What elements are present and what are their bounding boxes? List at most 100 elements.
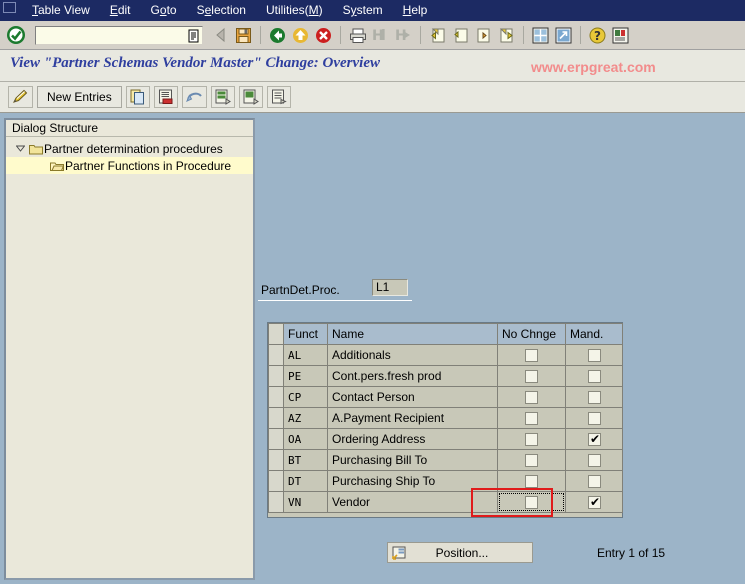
checkbox-mand[interactable] [587, 454, 601, 468]
new-session-button[interactable] [529, 24, 552, 47]
partndet-proc-field[interactable]: L1 [372, 279, 408, 296]
cell-mand[interactable] [565, 344, 623, 366]
back-button[interactable] [266, 24, 289, 47]
new-entries-button[interactable]: New Entries [37, 86, 122, 108]
menu-item-system[interactable]: System [333, 0, 393, 21]
cell-mand[interactable] [565, 470, 623, 492]
checkbox-no-chnge[interactable] [525, 370, 538, 384]
back-arrow-button[interactable] [209, 24, 232, 47]
command-field[interactable] [35, 25, 203, 45]
tree-node-partner-functions-in-procedure[interactable]: Partner Functions in Procedure [6, 157, 253, 174]
cell-funct[interactable]: PE [283, 365, 328, 387]
cell-funct[interactable]: VN [283, 491, 328, 513]
cell-mand[interactable] [565, 386, 623, 408]
cell-no-chnge[interactable] [497, 470, 566, 492]
chevron-down-icon[interactable] [14, 145, 27, 152]
checkbox-no-chnge[interactable] [525, 391, 538, 405]
row-selector-cell[interactable] [268, 428, 284, 450]
table-row[interactable]: CP Contact Person [268, 386, 623, 408]
table-row[interactable]: DT Purchasing Ship To [268, 470, 623, 492]
table-row[interactable]: OA Ordering Address [268, 428, 623, 450]
checkbox-no-chnge[interactable] [525, 349, 538, 363]
window-system-icon[interactable] [3, 2, 16, 13]
checkbox-mand[interactable] [587, 431, 602, 447]
cell-funct[interactable]: OA [283, 428, 328, 450]
select-all-button[interactable] [210, 86, 235, 108]
deselect-all-button[interactable] [238, 86, 263, 108]
table-row[interactable]: BT Purchasing Bill To [268, 449, 623, 471]
checkbox-mand[interactable] [587, 412, 601, 426]
cell-no-chnge[interactable] [497, 428, 566, 450]
column-header-mand[interactable]: Mand. [565, 323, 623, 345]
details-button[interactable] [266, 86, 291, 108]
table-row[interactable]: AZ A.Payment Recipient [268, 407, 623, 429]
row-selector-cell[interactable] [268, 407, 284, 429]
previous-page-button[interactable] [449, 24, 472, 47]
enter-ok-button[interactable] [3, 23, 29, 47]
cell-no-chnge[interactable] [497, 344, 566, 366]
table-row[interactable]: VN Vendor [268, 491, 623, 513]
checkbox-no-chnge[interactable] [525, 433, 538, 447]
cell-name[interactable]: Contact Person [327, 386, 498, 408]
undo-button[interactable] [181, 86, 207, 108]
menu-item-goto[interactable]: Goto [141, 0, 187, 21]
customize-local-layout-button[interactable] [609, 24, 632, 47]
cell-mand[interactable] [565, 407, 623, 429]
row-selector-cell[interactable] [268, 344, 284, 366]
cancel-button[interactable] [312, 24, 335, 47]
find-button[interactable]: H l [369, 24, 392, 47]
help-button[interactable]: ? [586, 24, 609, 47]
select-all-column-header[interactable] [268, 323, 284, 345]
row-selector-cell[interactable] [268, 365, 284, 387]
menu-item-help[interactable]: Help [393, 0, 438, 21]
table-row[interactable]: PE Cont.pers.fresh prod [268, 365, 623, 387]
print-button[interactable] [346, 24, 369, 47]
cell-mand[interactable] [565, 449, 623, 471]
cell-no-chnge[interactable] [497, 449, 566, 471]
checkbox-mand[interactable] [587, 349, 601, 363]
create-shortcut-button[interactable] [552, 24, 575, 47]
cell-no-chnge[interactable] [497, 386, 566, 408]
cell-mand[interactable] [565, 365, 623, 387]
cell-funct[interactable]: AL [283, 344, 328, 366]
menu-item-utilities[interactable]: Utilities(M) [256, 0, 333, 21]
cell-name[interactable]: Ordering Address [327, 428, 498, 450]
cell-funct[interactable]: DT [283, 470, 328, 492]
menu-item-table-view[interactable]: Table View [22, 0, 100, 21]
checkbox-mand[interactable] [587, 370, 601, 384]
cell-no-chnge[interactable] [497, 407, 566, 429]
cell-no-chnge[interactable] [497, 365, 566, 387]
checkbox-mand[interactable] [587, 391, 601, 405]
checkbox-no-chnge[interactable] [525, 475, 538, 489]
row-selector-cell[interactable] [268, 470, 284, 492]
checkbox-no-chnge[interactable] [525, 412, 538, 426]
next-page-button[interactable] [472, 24, 495, 47]
cell-no-chnge[interactable] [497, 491, 566, 513]
copy-as-button[interactable] [125, 86, 150, 108]
row-selector-cell[interactable] [268, 386, 284, 408]
checkbox-no-chnge[interactable] [525, 454, 538, 468]
checkbox-mand[interactable] [587, 475, 601, 489]
column-header-no-chnge[interactable]: No Chnge [497, 323, 566, 345]
menu-item-selection[interactable]: Selection [187, 0, 256, 21]
delete-button[interactable] [153, 86, 178, 108]
cell-funct[interactable]: AZ [283, 407, 328, 429]
cell-name[interactable]: Additionals [327, 344, 498, 366]
exit-button[interactable] [289, 24, 312, 47]
cell-name[interactable]: Cont.pers.fresh prod [327, 365, 498, 387]
cell-name[interactable]: Purchasing Ship To [327, 470, 498, 492]
first-page-button[interactable] [426, 24, 449, 47]
cell-funct[interactable]: BT [283, 449, 328, 471]
dropdown-list-icon[interactable] [187, 29, 200, 43]
table-row[interactable]: AL Additionals [268, 344, 623, 366]
cell-funct[interactable]: CP [283, 386, 328, 408]
cell-name[interactable]: A.Payment Recipient [327, 407, 498, 429]
column-header-name[interactable]: Name [327, 323, 498, 345]
menu-item-edit[interactable]: Edit [100, 0, 141, 21]
cell-mand[interactable] [565, 491, 623, 513]
tree-node-partner-determination-procedures[interactable]: Partner determination procedures [6, 140, 253, 157]
checkbox-mand[interactable] [587, 494, 602, 510]
find-next-button[interactable]: H [392, 24, 415, 47]
last-page-button[interactable] [495, 24, 518, 47]
display-change-button[interactable] [8, 86, 33, 108]
